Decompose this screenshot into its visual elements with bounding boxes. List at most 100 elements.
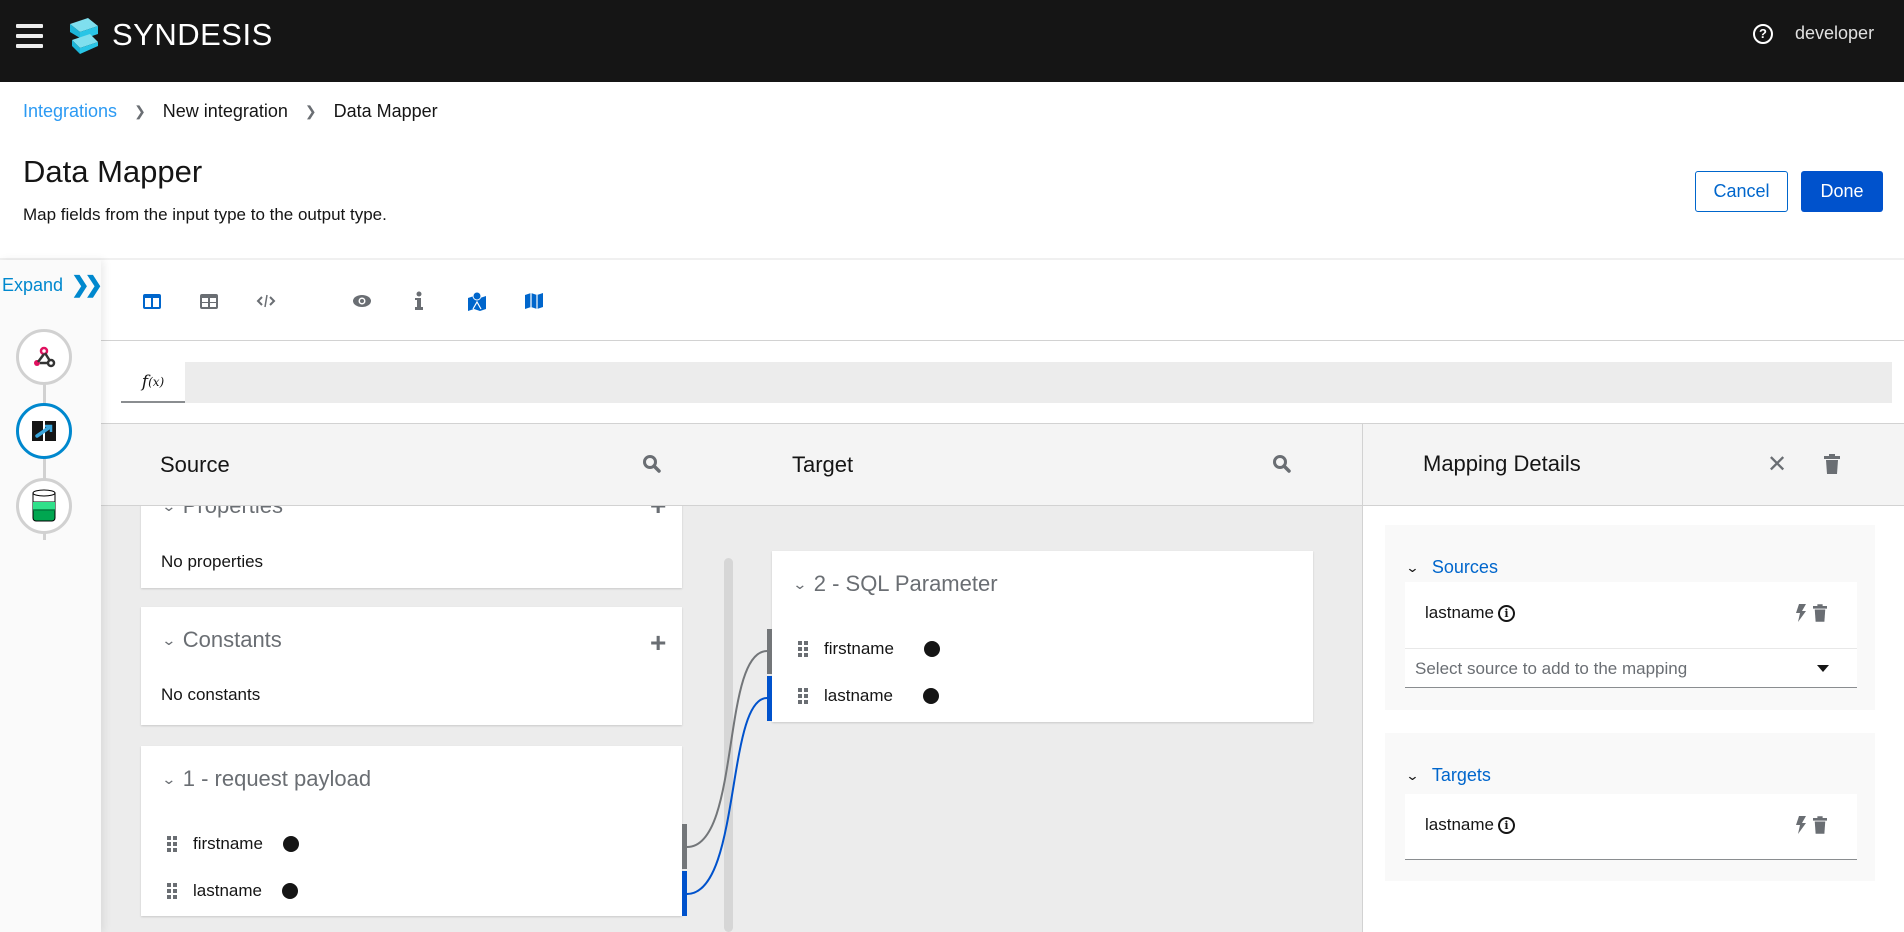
chevron-down-icon: ⌄: [1405, 559, 1420, 575]
target-field-firstname[interactable]: firstname: [798, 639, 940, 659]
properties-card-title[interactable]: ⌄ Properties: [161, 506, 283, 519]
properties-title-text: Properties: [183, 506, 283, 519]
help-icon[interactable]: ?: [1753, 24, 1773, 44]
drag-handle-icon[interactable]: [167, 836, 177, 852]
mapping-source-row: lastname i: [1405, 582, 1857, 648]
database-icon: [32, 489, 56, 522]
add-constant-button[interactable]: +: [650, 627, 666, 659]
mapping-details-header: Mapping Details ✕: [1363, 424, 1904, 506]
sql-parameter-card-title[interactable]: ⌄ 2 - SQL Parameter: [792, 571, 998, 597]
source-field-firstname[interactable]: firstname: [167, 834, 299, 854]
mapping-table-view-icon[interactable]: [198, 290, 220, 312]
syndesis-logo[interactable]: [66, 16, 102, 54]
transformation-lightning-icon[interactable]: [1795, 604, 1807, 622]
data-mapper-icon: [32, 421, 56, 441]
fx-sub-label: (x): [148, 374, 165, 389]
integration-steps-sidebar: Expand ❯❯: [0, 260, 103, 932]
source-search-icon[interactable]: [642, 454, 662, 474]
function-toggle-button[interactable]: f (x): [121, 362, 185, 403]
sources-label: Sources: [1431, 557, 1498, 577]
chevron-down-icon: ⌄: [161, 770, 177, 787]
mapped-indicator-icon: [282, 836, 299, 852]
drag-handle-icon[interactable]: [167, 883, 177, 899]
breadcrumb-integrations[interactable]: Integrations: [23, 101, 117, 122]
row-actions: [1795, 604, 1827, 622]
breadcrumb-data-mapper: Data Mapper: [333, 101, 438, 121]
constants-card-title[interactable]: ⌄ Constants: [161, 627, 282, 653]
mapping-target-name: lastname i: [1425, 815, 1515, 835]
targets-toggle[interactable]: ⌄ Targets: [1405, 765, 1491, 786]
properties-card: ⌄ Properties + No properties: [141, 506, 682, 588]
database-step[interactable]: [16, 478, 72, 534]
expand-label: Expand: [2, 274, 64, 295]
mapping-anchor-firstname: [682, 824, 687, 869]
webhook-step[interactable]: [16, 329, 72, 385]
remove-source-icon[interactable]: [1813, 604, 1827, 622]
show-unmapped-fields-icon[interactable]: [523, 290, 545, 312]
chevron-down-icon: ⌄: [161, 631, 177, 648]
column-mapper-view-icon[interactable]: [141, 290, 163, 312]
remove-target-icon[interactable]: [1813, 816, 1827, 834]
delete-mapping-icon[interactable]: [1824, 454, 1840, 474]
show-mapped-fields-icon[interactable]: [466, 290, 488, 312]
source-field-lastname[interactable]: lastname: [167, 881, 298, 901]
request-payload-title-text: 1 - request payload: [182, 766, 372, 791]
field-label: lastname: [193, 881, 262, 900]
field-label: firstname: [824, 639, 894, 658]
chevron-down-icon: ⌄: [792, 575, 808, 592]
caret-down-icon: [1817, 665, 1829, 672]
cancel-button[interactable]: Cancel: [1695, 171, 1788, 212]
source-title: Source: [160, 452, 230, 477]
target-search-icon[interactable]: [1272, 454, 1292, 474]
namespace-code-view-icon[interactable]: [255, 290, 277, 312]
sql-parameter-title-text: 2 - SQL Parameter: [813, 571, 998, 596]
data-mapper-step[interactable]: [16, 403, 72, 459]
info-icon[interactable]: i: [1497, 816, 1515, 834]
masthead: SYNDESIS ? developer: [0, 0, 1904, 82]
source-scrollbar[interactable]: [724, 558, 733, 932]
add-property-button[interactable]: +: [650, 506, 666, 522]
row-actions: [1795, 816, 1827, 834]
chevron-right-icon: ❯: [304, 103, 317, 119]
target-anchor-firstname: [767, 629, 772, 674]
mapped-indicator-icon: [923, 641, 940, 657]
no-properties-text: No properties: [161, 552, 264, 571]
close-icon[interactable]: ✕: [1767, 450, 1787, 479]
mapping-source-name: lastname i: [1425, 603, 1515, 623]
mapped-indicator-icon: [922, 688, 939, 704]
mapped-indicator-icon: [281, 883, 298, 899]
data-mapper-toolbar: [101, 260, 1904, 341]
field-label: firstname: [193, 834, 263, 853]
sql-parameter-card: ⌄ 2 - SQL Parameter firstname lastname: [767, 551, 1313, 722]
constants-card: ⌄ Constants + No constants: [141, 607, 682, 725]
page-title: Data Mapper: [23, 154, 203, 189]
mapping-target-row: lastname i: [1405, 794, 1857, 860]
breadcrumb-new-integration: New integration: [162, 101, 288, 121]
mapping-anchor-lastname: [682, 871, 687, 916]
sources-section: ⌄ Sources lastname i Select source to ad…: [1385, 525, 1875, 710]
request-payload-card-title[interactable]: ⌄ 1 - request payload: [161, 766, 372, 792]
done-button[interactable]: Done: [1801, 171, 1883, 212]
drag-handle-icon[interactable]: [798, 641, 808, 657]
show-mapping-preview-icon[interactable]: [351, 290, 373, 312]
constants-title-text: Constants: [182, 627, 282, 652]
source-header: Source: [101, 424, 741, 506]
breadcrumb: Integrations ❯ New integration ❯ Data Ma…: [23, 101, 438, 122]
add-source-select[interactable]: Select source to add to the mapping: [1405, 648, 1857, 688]
expression-bar[interactable]: f (x): [121, 362, 1892, 403]
page-subtitle: Map fields from the input type to the ou…: [23, 205, 387, 224]
target-field-lastname[interactable]: lastname: [798, 686, 939, 706]
mapping-details-panel: Mapping Details ✕ ⌄ Sources lastname i S…: [1362, 424, 1904, 932]
drag-handle-icon[interactable]: [798, 688, 808, 704]
hamburger-icon[interactable]: [16, 24, 43, 48]
double-chevron-right-icon: ❯❯: [71, 272, 103, 297]
expand-button[interactable]: Expand ❯❯: [2, 272, 103, 298]
show-types-icon[interactable]: [408, 290, 430, 312]
transformation-lightning-icon[interactable]: [1795, 816, 1807, 834]
sources-toggle[interactable]: ⌄ Sources: [1405, 557, 1498, 578]
select-placeholder: Select source to add to the mapping: [1415, 659, 1688, 678]
info-icon[interactable]: i: [1497, 604, 1515, 622]
chevron-down-icon: ⌄: [1405, 767, 1420, 783]
user-menu[interactable]: developer: [1795, 23, 1874, 44]
mapping-target-field: lastname: [1425, 815, 1494, 834]
